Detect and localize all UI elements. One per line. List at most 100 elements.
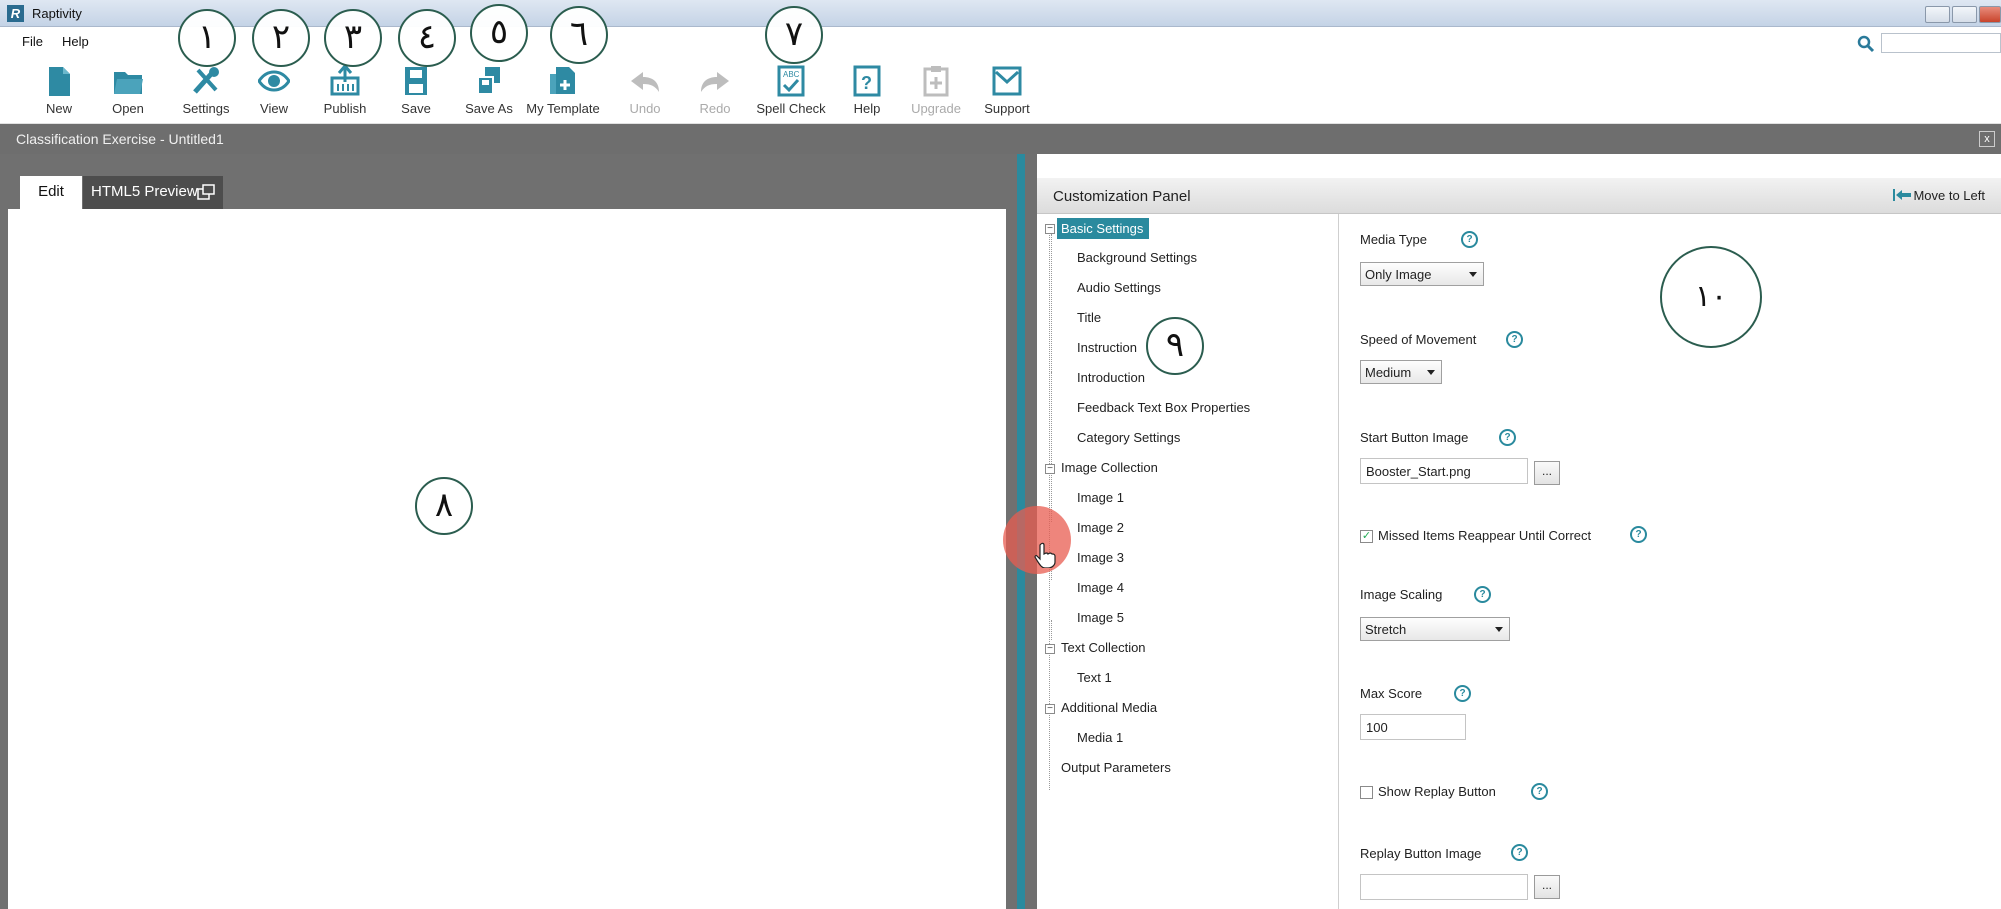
save-as-button[interactable]: Save As xyxy=(449,64,529,116)
my-template-label: My Template xyxy=(526,101,600,116)
upgrade-label: Upgrade xyxy=(911,101,961,116)
image-scaling-select[interactable]: Stretch xyxy=(1360,617,1510,641)
close-button[interactable] xyxy=(1979,6,2001,23)
save-as-label: Save As xyxy=(465,101,513,116)
undo-label: Undo xyxy=(629,101,661,116)
upgrade-button[interactable]: Upgrade xyxy=(896,64,976,116)
main-toolbar: New Open Settings View Publish Save Save… xyxy=(0,54,2001,124)
callout-badge-7: ٧ xyxy=(765,6,823,64)
support-label: Support xyxy=(984,101,1030,116)
redo-button[interactable]: Redo xyxy=(675,64,755,116)
missed-items-checkbox[interactable]: ✓ xyxy=(1360,530,1373,543)
help-circle-icon[interactable]: ? xyxy=(1499,429,1516,446)
tree-item-instruction[interactable]: Instruction xyxy=(1077,340,1137,355)
view-button[interactable]: View xyxy=(234,64,314,116)
tree-item-additional-media[interactable]: Additional Media xyxy=(1061,700,1157,715)
eye-icon xyxy=(258,70,290,92)
tree-item-output-parameters[interactable]: Output Parameters xyxy=(1061,760,1171,775)
tree-item-introduction[interactable]: Introduction xyxy=(1077,370,1145,385)
media-type-value: Only Image xyxy=(1365,267,1432,282)
tree-item-background-settings[interactable]: Background Settings xyxy=(1077,250,1197,265)
new-button[interactable]: New xyxy=(19,64,99,116)
max-score-label: Max Score xyxy=(1360,686,1423,701)
help-circle-icon[interactable]: ? xyxy=(1506,331,1523,348)
chevron-down-icon xyxy=(1495,627,1503,632)
open-button[interactable]: Open xyxy=(88,64,168,116)
tree-item-image-4[interactable]: Image 4 xyxy=(1077,580,1124,595)
search-icon[interactable] xyxy=(1857,35,1875,53)
move-to-left-button[interactable]: Move to Left xyxy=(1893,188,1985,203)
search-input[interactable] xyxy=(1881,33,2001,53)
raptivity-window: R Raptivity File Help New Open Settings … xyxy=(0,0,2001,909)
replay-button-image-field[interactable] xyxy=(1360,874,1528,900)
tree-toggle-text-collection[interactable]: − xyxy=(1045,644,1055,654)
view-label: View xyxy=(260,101,288,116)
my-template-button[interactable]: My Template xyxy=(523,64,603,116)
media-type-select[interactable]: Only Image xyxy=(1360,262,1484,286)
support-mail-icon xyxy=(992,66,1022,96)
missed-items-label: Missed Items Reappear Until Correct xyxy=(1378,528,1592,543)
tree-toggle-additional-media[interactable]: − xyxy=(1045,704,1055,714)
publish-button[interactable]: Publish xyxy=(305,64,385,116)
tree-item-category-settings[interactable]: Category Settings xyxy=(1077,430,1180,445)
tree-item-text-1[interactable]: Text 1 xyxy=(1077,670,1112,685)
tree-item-text-collection[interactable]: Text Collection xyxy=(1061,640,1146,655)
spell-check-label: Spell Check xyxy=(756,101,826,116)
start-button-image-field[interactable]: Booster_Start.png xyxy=(1360,458,1528,484)
help-circle-icon[interactable]: ? xyxy=(1454,685,1471,702)
save-button[interactable]: Save xyxy=(376,64,456,116)
image-scaling-label: Image Scaling xyxy=(1360,587,1443,602)
start-button-image-label: Start Button Image xyxy=(1360,430,1469,445)
tree-item-audio-settings[interactable]: Audio Settings xyxy=(1077,280,1161,295)
tree-item-image-3[interactable]: Image 3 xyxy=(1077,550,1124,565)
callout-badge-2: ٢ xyxy=(252,9,310,67)
speed-of-movement-select[interactable]: Medium xyxy=(1360,360,1442,384)
max-score-field[interactable]: 100 xyxy=(1360,714,1466,740)
help-button[interactable]: ? Help xyxy=(827,64,907,116)
replay-button-image-label: Replay Button Image xyxy=(1360,846,1482,861)
restore-button[interactable] xyxy=(1952,6,1977,23)
tab-edit[interactable]: Edit xyxy=(20,176,82,210)
tree-item-media-1[interactable]: Media 1 xyxy=(1077,730,1123,745)
support-button[interactable]: Support xyxy=(967,64,1047,116)
media-type-label: Media Type xyxy=(1360,232,1427,247)
hand-cursor-icon xyxy=(1034,542,1056,568)
help-circle-icon[interactable]: ? xyxy=(1630,526,1647,543)
tree-item-title[interactable]: Title xyxy=(1077,310,1101,325)
help-circle-icon[interactable]: ? xyxy=(1461,231,1478,248)
spell-check-button[interactable]: ABC Spell Check xyxy=(751,64,831,116)
help-circle-icon[interactable]: ? xyxy=(1511,844,1528,861)
tree-item-image-5[interactable]: Image 5 xyxy=(1077,610,1124,625)
svg-text:ABC: ABC xyxy=(783,70,800,79)
start-image-browse-button[interactable]: ... xyxy=(1534,461,1560,485)
callout-badge-10: ١٠ xyxy=(1660,246,1762,348)
replay-image-browse-button[interactable]: ... xyxy=(1534,875,1560,899)
tab-html5-preview[interactable]: HTML5 Preview xyxy=(83,176,223,210)
speed-of-movement-label: Speed of Movement xyxy=(1360,332,1477,347)
undo-button[interactable]: Undo xyxy=(605,64,685,116)
tree-toggle-image-collection[interactable]: − xyxy=(1045,464,1055,474)
move-left-arrow-icon xyxy=(1893,189,1912,201)
help-circle-icon[interactable]: ? xyxy=(1531,783,1548,800)
save-as-icon xyxy=(477,67,500,95)
show-replay-checkbox[interactable] xyxy=(1360,786,1373,799)
publish-label: Publish xyxy=(323,101,367,116)
tree-item-image-1[interactable]: Image 1 xyxy=(1077,490,1124,505)
tree-item-image-collection[interactable]: Image Collection xyxy=(1061,460,1158,475)
tree-toggle-basic-settings[interactable]: − xyxy=(1045,224,1055,234)
help-label: Help xyxy=(853,101,881,116)
menu-file[interactable]: File xyxy=(22,34,43,49)
document-close-button[interactable]: x xyxy=(1979,131,1995,147)
edit-canvas[interactable] xyxy=(8,209,1006,909)
tree-item-image-2[interactable]: Image 2 xyxy=(1077,520,1124,535)
tree-item-basic-settings[interactable]: Basic Settings xyxy=(1057,218,1150,239)
tree-item-feedback-text-box-properties[interactable]: Feedback Text Box Properties xyxy=(1077,400,1250,415)
help-circle-icon[interactable]: ? xyxy=(1474,586,1491,603)
popout-icon xyxy=(197,184,215,200)
publish-icon xyxy=(330,64,360,96)
document-title-bar: Classification Exercise - Untitled1 x xyxy=(0,124,2001,154)
document-title: Classification Exercise - Untitled1 xyxy=(16,131,224,147)
menu-help[interactable]: Help xyxy=(62,34,89,49)
minimize-button[interactable] xyxy=(1925,6,1950,23)
customization-panel-header: Customization Panel Move to Left xyxy=(1037,178,2001,214)
